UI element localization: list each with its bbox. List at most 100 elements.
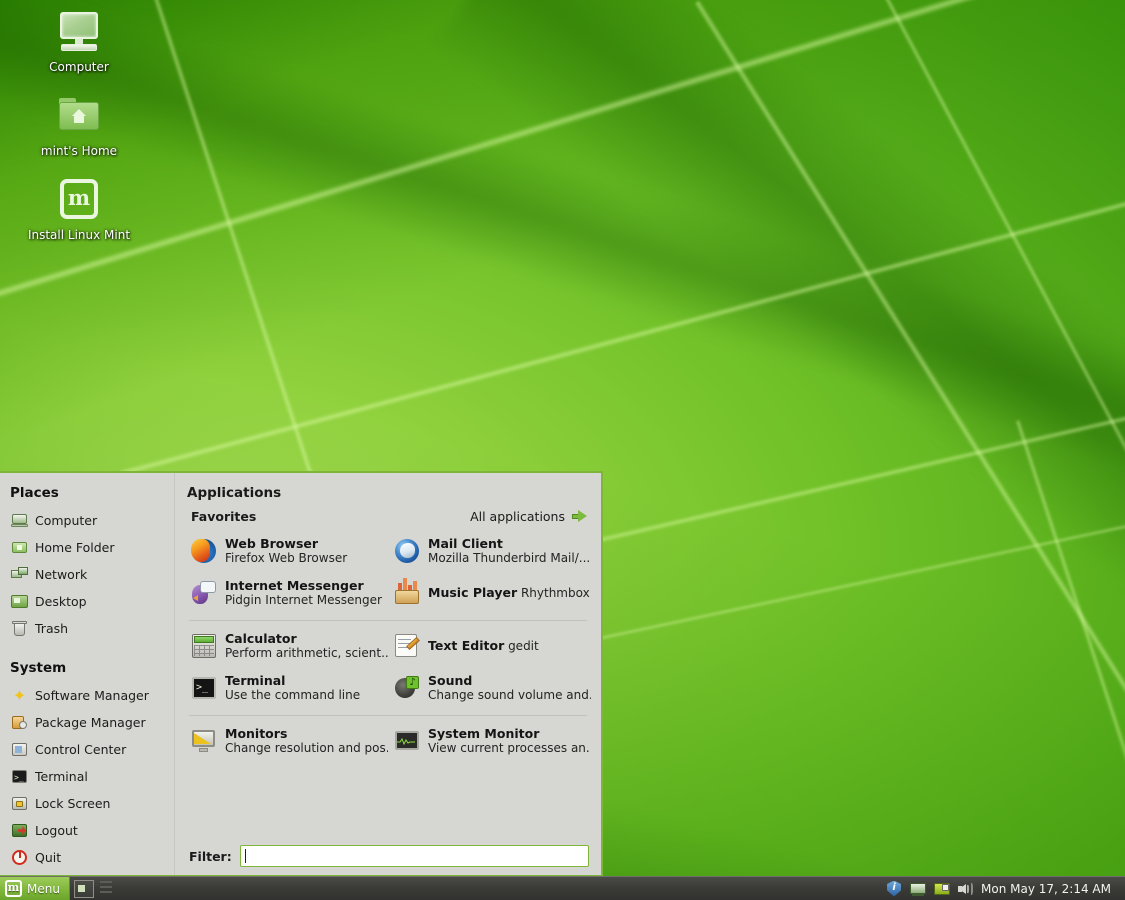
app-item-calculator[interactable]: Calculator Perform arithmetic, scient... xyxy=(185,625,388,667)
system-tray: i Mon May 17, 2:14 AM xyxy=(885,880,1125,898)
desktop-icon-home[interactable]: mint's Home xyxy=(14,92,144,158)
clock[interactable]: Mon May 17, 2:14 AM xyxy=(981,882,1117,896)
arrow-right-icon xyxy=(572,510,587,523)
app-name: Music Player xyxy=(428,586,517,600)
menu-separator xyxy=(189,715,587,716)
app-name: Internet Messenger xyxy=(225,579,364,593)
app-item-web-browser[interactable]: Web Browser Firefox Web Browser xyxy=(185,530,388,572)
desktop-icon-label: Install Linux Mint xyxy=(28,228,130,242)
utilities-grid: Calculator Perform arithmetic, scient...… xyxy=(185,625,591,709)
volume-icon[interactable] xyxy=(957,880,975,898)
filter-label: Filter: xyxy=(189,849,232,864)
computer-monitor-icon xyxy=(55,8,103,56)
menu-button-label: Menu xyxy=(27,882,60,896)
app-description: gedit xyxy=(508,639,539,653)
app-item-monitors[interactable]: Monitors Change resolution and pos... xyxy=(185,720,388,762)
system-item-label: Quit xyxy=(35,850,61,865)
places-item-label: Trash xyxy=(35,621,68,636)
favorites-grid: Web Browser Firefox Web Browser Mail Cli… xyxy=(185,530,591,614)
gedit-icon xyxy=(394,633,420,659)
places-item-trash[interactable]: Trash xyxy=(8,615,174,642)
home-folder-icon xyxy=(55,92,103,140)
firefox-icon xyxy=(191,538,217,564)
shared-folders-icon[interactable] xyxy=(933,880,951,898)
trash-icon xyxy=(11,620,28,637)
favorites-label: Favorites xyxy=(191,509,256,524)
app-description: View current processes an... xyxy=(428,741,591,755)
app-description: Perform arithmetic, scient... xyxy=(225,646,388,660)
app-description: Rhythmbox xyxy=(521,586,590,600)
thunderbird-icon xyxy=(394,538,420,564)
desktop-icon-computer[interactable]: Computer xyxy=(14,8,144,74)
menu-button[interactable]: m Menu xyxy=(0,877,70,900)
wallpaper-streak xyxy=(120,108,1125,477)
sound-icon: ♪ xyxy=(394,675,420,701)
wallpaper-streak xyxy=(1015,420,1125,900)
favorites-bar: Favorites All applications xyxy=(185,509,591,524)
system-item-label: Control Center xyxy=(35,742,126,757)
app-name: Web Browser xyxy=(225,537,318,551)
linux-mint-logo-icon: m xyxy=(55,176,103,224)
pidgin-icon xyxy=(191,580,217,606)
filter-row: Filter: xyxy=(185,845,591,875)
places-system-pane: Places Computer Home Folder Network Desk… xyxy=(0,473,175,875)
app-name: Calculator xyxy=(225,632,297,646)
network-monitor-icon[interactable] xyxy=(909,880,927,898)
show-desktop-button[interactable] xyxy=(74,880,94,898)
home-folder-icon xyxy=(11,539,28,556)
control-center-icon xyxy=(11,741,28,758)
system-item-label: Lock Screen xyxy=(35,796,110,811)
app-name: Sound xyxy=(428,674,472,688)
rhythmbox-icon xyxy=(394,580,420,606)
system-item-label: Package Manager xyxy=(35,715,146,730)
calculator-icon xyxy=(191,633,217,659)
places-item-desktop[interactable]: Desktop xyxy=(8,588,174,615)
places-item-label: Network xyxy=(35,567,87,582)
app-item-sound[interactable]: ♪ Sound Change sound volume and... xyxy=(388,667,591,709)
places-item-computer[interactable]: Computer xyxy=(8,507,174,534)
network-icon xyxy=(11,566,28,583)
wallpaper-streak xyxy=(0,0,1125,310)
system-item-package-manager[interactable]: Package Manager xyxy=(8,709,174,736)
places-item-home-folder[interactable]: Home Folder xyxy=(8,534,174,561)
wallpaper-streak xyxy=(144,0,335,542)
wallpaper-streak xyxy=(694,0,1125,767)
app-description: Change sound volume and... xyxy=(428,688,591,702)
system-monitor-icon xyxy=(394,728,420,754)
waveform-icon xyxy=(397,738,415,745)
app-name: Monitors xyxy=(225,727,287,741)
app-name: Text Editor xyxy=(428,639,504,653)
desktop-icon-install-linux-mint[interactable]: m Install Linux Mint xyxy=(14,176,144,242)
system-item-quit[interactable]: Quit xyxy=(8,844,174,871)
menu-separator xyxy=(189,620,587,621)
app-item-mail-client[interactable]: Mail Client Mozilla Thunderbird Mail/... xyxy=(388,530,591,572)
update-manager-shield-icon[interactable]: i xyxy=(885,880,903,898)
system-item-software-manager[interactable]: ✦ Software Manager xyxy=(8,682,174,709)
system-item-logout[interactable]: Logout xyxy=(8,817,174,844)
system-item-lock-screen[interactable]: Lock Screen xyxy=(8,790,174,817)
places-item-label: Computer xyxy=(35,513,97,528)
system-item-control-center[interactable]: Control Center xyxy=(8,736,174,763)
app-item-music-player[interactable]: Music Player Rhythmbox xyxy=(388,572,591,614)
places-heading: Places xyxy=(10,485,174,501)
window-list[interactable] xyxy=(94,881,885,896)
app-item-terminal[interactable]: >_ Terminal Use the command line xyxy=(185,667,388,709)
system-item-terminal[interactable]: >_ Terminal xyxy=(8,763,174,790)
filter-input[interactable] xyxy=(240,845,589,867)
app-item-text-editor[interactable]: Text Editor gedit xyxy=(388,625,591,667)
system-heading: System xyxy=(10,660,174,676)
system-item-label: Terminal xyxy=(35,769,88,784)
lock-screen-icon xyxy=(11,795,28,812)
system-item-label: Software Manager xyxy=(35,688,149,703)
app-description: Change resolution and pos... xyxy=(225,741,388,755)
all-applications-button[interactable]: All applications xyxy=(470,509,587,524)
monitors-icon xyxy=(191,728,217,754)
desktop-icon-label: mint's Home xyxy=(41,144,117,158)
places-item-network[interactable]: Network xyxy=(8,561,174,588)
app-description: Mozilla Thunderbird Mail/... xyxy=(428,551,590,565)
app-item-system-monitor[interactable]: System Monitor View current processes an… xyxy=(388,720,591,762)
places-item-label: Home Folder xyxy=(35,540,115,555)
app-item-internet-messenger[interactable]: Internet Messenger Pidgin Internet Messe… xyxy=(185,572,388,614)
window-list-handle-icon xyxy=(100,881,112,896)
app-description: Firefox Web Browser xyxy=(225,551,347,565)
